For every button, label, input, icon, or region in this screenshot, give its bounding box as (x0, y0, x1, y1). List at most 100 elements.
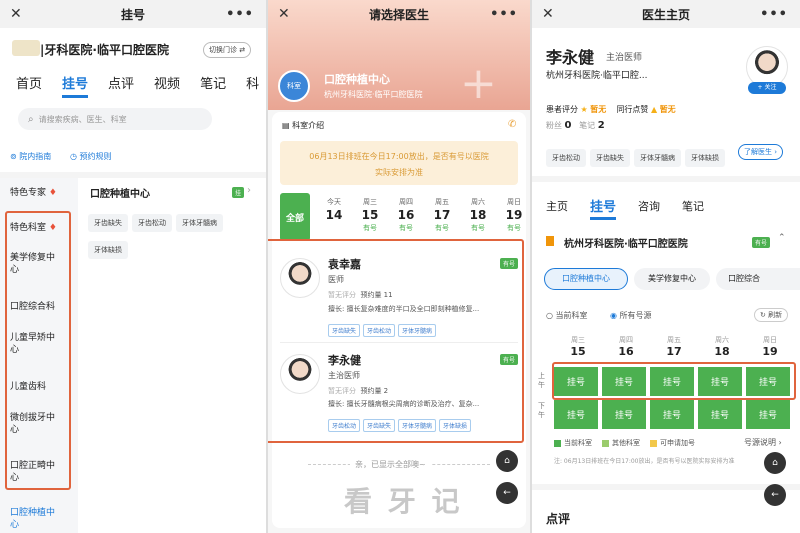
date-cell[interactable]: 周四 16 有号 (388, 196, 424, 235)
pm-slots: 挂号 挂号 挂号 挂号 挂号 (554, 400, 794, 429)
date-cell[interactable]: 周三 15 有号 (352, 196, 388, 235)
tab-more[interactable]: 科 (246, 73, 259, 98)
tab-notes[interactable]: 笔记 (200, 73, 226, 98)
availability-label: 有号 (471, 224, 485, 232)
chip[interactable]: 牙齿缺失 (88, 214, 128, 232)
day-header: 周三 15 (554, 334, 602, 358)
date-label: 19 (762, 345, 778, 358)
search-input[interactable]: ⌕ 请搜索疾病、医生、科室 (18, 108, 212, 130)
hospital-guide-link[interactable]: ⊚ 院内指南 (10, 151, 51, 162)
home-icon[interactable]: ⌂ (496, 450, 518, 472)
all-dates-button[interactable]: 全部 (280, 193, 310, 241)
register-slot[interactable]: 挂号 (746, 400, 790, 429)
date-label: 17 (666, 345, 682, 358)
doctor-position: 主治医师 (606, 53, 643, 63)
close-icon[interactable]: ✕ (278, 6, 290, 22)
tab-home[interactable]: 主页 (546, 198, 568, 220)
close-icon[interactable]: ✕ (10, 6, 22, 22)
date-cell[interactable]: 周五 17 有号 (424, 196, 460, 235)
counts-row: 粉丝 0 笔记 2 (546, 120, 605, 131)
doctor-tags: 牙齿缺失 牙齿松动 牙体牙髓病 (328, 318, 439, 337)
date-label: 18 (469, 208, 487, 222)
source-note-link[interactable]: 号源说明 › (744, 437, 782, 448)
register-slot[interactable]: 挂号 (602, 400, 646, 429)
hospital-logo (12, 40, 40, 56)
all-slots-radio[interactable]: ◉ 所有号源 (610, 310, 652, 321)
top-bar: ✕ 挂号 ••• (0, 0, 266, 28)
doctor-specialty: 擅长: 擅长复杂难度的半口及全口即刻种植修复... (328, 305, 480, 313)
highlight-box (552, 362, 796, 400)
date-label: 17 (433, 208, 451, 222)
date-label: 16 (397, 208, 415, 222)
date-cell[interactable]: 今天 14 (316, 196, 352, 235)
dept-logo: 科室 (278, 70, 310, 102)
availability-label: 有号 (363, 224, 377, 232)
tab-register[interactable]: 挂号 (590, 196, 617, 220)
back-icon[interactable]: ← (496, 482, 518, 504)
register-slot[interactable]: 挂号 (698, 400, 742, 429)
registration-panel: ✕ 挂号 ••• |牙科医院·临平口腔医院 切换门诊 ⇄ 首页 挂号 点评 视频… (0, 0, 266, 533)
day-header: 周四 16 (602, 334, 650, 358)
register-slot[interactable]: 挂号 (650, 400, 694, 429)
tag: 牙体牙髓病 (398, 324, 437, 337)
doctor-name: 李永健 (328, 354, 361, 367)
tag: 牙齿松动 (546, 149, 586, 167)
current-dept-radio[interactable]: ○ 当前科室 (546, 310, 588, 321)
select-doctor-panel: ✕ 请选择医生 ••• + 科室 口腔种植中心 杭州牙科医院·临平口腔医院 ▤ … (268, 0, 530, 533)
back-label: 返回 (766, 508, 779, 515)
date-label: 18 (714, 345, 730, 358)
availability-label: 有号 (435, 224, 449, 232)
dept-intro-link[interactable]: ▤ 科室介绍 (282, 120, 324, 131)
doctor-hospital: 杭州牙科医院·临平口腔... (546, 71, 648, 81)
date-label: 16 (618, 345, 634, 358)
dept-pill-general[interactable]: 口腔综合 (716, 268, 800, 290)
doctor-card[interactable]: 李永健 主治医师 暂无评分 预约量 2 擅长: 擅长牙髓病根尖周病的诊断及治疗、… (280, 348, 518, 438)
chevron-up-icon[interactable]: ⌃ (778, 233, 786, 243)
learn-more-button[interactable]: 了解医生 › (738, 144, 784, 160)
divider (280, 342, 518, 343)
top-bar: ✕ 请选择医生 ••• (268, 0, 530, 28)
avatar (280, 258, 320, 298)
close-icon[interactable]: ✕ (542, 6, 554, 22)
dept-pill-aesthetic[interactable]: 美学修复中心 (634, 268, 710, 290)
tab-notes[interactable]: 笔记 (682, 198, 704, 220)
tab-register[interactable]: 挂号 (62, 73, 89, 98)
refresh-button[interactable]: ↻ 刷新 (754, 308, 789, 322)
doctor-tags: 牙齿松动 牙齿缺失 牙体牙髓病 牙体缺损 (328, 413, 474, 432)
doctor-card[interactable]: 袁幸嘉 医师 暂无评分 预约量 11 擅长: 擅长复杂难度的半口及全口即刻种植修… (280, 250, 518, 340)
rating-row: 患者评分 ★ 暂无 同行点赞 ▲ 暂无 (546, 105, 676, 114)
profile-tabs: 主页 挂号 咨询 笔记 (546, 198, 704, 220)
date-cell[interactable]: 周六 18 有号 (460, 196, 496, 235)
tab-videos[interactable]: 视频 (154, 73, 180, 98)
phone-icon[interactable]: ✆ (508, 119, 516, 130)
tab-consult[interactable]: 咨询 (638, 198, 660, 220)
radio-icon: ○ (546, 311, 553, 320)
register-slot[interactable]: 挂号 (554, 400, 598, 429)
legend-swatch (650, 439, 657, 447)
booking-rules-link[interactable]: ◷ 预约规则 (70, 151, 112, 162)
tab-reviews[interactable]: 点评 (108, 73, 134, 98)
date-label: 14 (325, 208, 343, 222)
avatar (280, 354, 320, 394)
category-featured-experts[interactable]: 特色专家 ♦ (10, 185, 57, 198)
tag: 牙齿缺失 (363, 419, 396, 432)
home-icon[interactable]: ⌂ (764, 452, 786, 474)
dept-pill-implant[interactable]: 口腔种植中心 (544, 268, 628, 290)
back-icon[interactable]: ← (764, 484, 786, 506)
tag: 牙体缺损 (685, 149, 725, 167)
chip[interactable]: 牙体缺损 (88, 241, 128, 259)
more-icon[interactable]: ••• (226, 7, 254, 22)
more-icon[interactable]: ••• (490, 7, 518, 22)
tab-home[interactable]: 首页 (16, 73, 42, 98)
follow-button[interactable]: + 关注 (748, 82, 786, 94)
chevron-right-icon[interactable]: › (247, 185, 251, 196)
schedule-notice: 06月13日排班在今日17:00放出，是否有号以医院 实际安排为准 (280, 141, 518, 185)
switch-clinic-button[interactable]: 切换门诊 ⇄ (203, 42, 252, 58)
date-cell[interactable]: 周日 19 有号 (496, 196, 530, 235)
chip[interactable]: 牙体牙髓病 (176, 214, 223, 232)
category-implant[interactable]: 口腔种植中心 (10, 507, 60, 531)
doctor-title: 主治医师 (328, 371, 360, 380)
doctor-name: 李永健 (546, 48, 595, 67)
chip[interactable]: 牙齿松动 (132, 214, 172, 232)
more-icon[interactable]: ••• (760, 7, 788, 22)
